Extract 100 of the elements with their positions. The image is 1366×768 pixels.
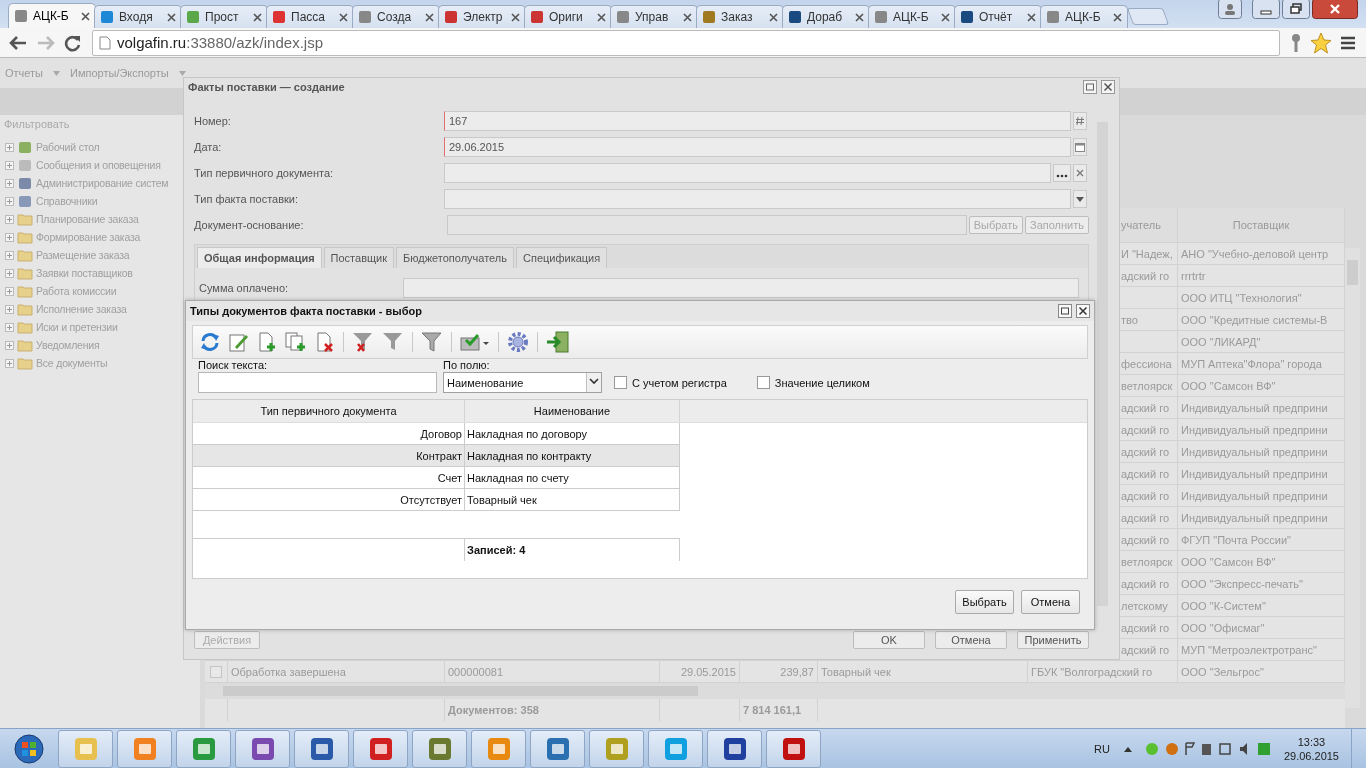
browser-tab[interactable]: Пасса: [266, 5, 354, 28]
minimize-button[interactable]: [1252, 0, 1280, 19]
form-tab[interactable]: Поставщик: [323, 247, 394, 268]
number-picker-button[interactable]: [1073, 112, 1087, 130]
close-icon[interactable]: [1027, 12, 1036, 22]
column-header[interactable]: Наименование: [465, 400, 680, 422]
expand-icon[interactable]: [5, 358, 14, 368]
checkbox[interactable]: [614, 376, 627, 389]
key-icon[interactable]: [1290, 32, 1302, 53]
input-field[interactable]: [444, 163, 1051, 183]
dialog-button[interactable]: Отмена: [935, 631, 1007, 649]
form-tab[interactable]: Спецификация: [516, 247, 608, 268]
taskbar-button[interactable]: [353, 729, 408, 768]
expand-icon[interactable]: [5, 304, 14, 314]
field-select[interactable]: Наименование: [443, 372, 602, 393]
close-icon[interactable]: [597, 12, 606, 22]
expand-icon[interactable]: [5, 214, 14, 224]
dialog-button[interactable]: Отмена: [1021, 590, 1080, 614]
search-field[interactable]: [198, 372, 437, 393]
edit-icon[interactable]: [229, 332, 249, 352]
close-icon[interactable]: [425, 12, 434, 22]
checkbox[interactable]: [756, 376, 770, 389]
filter-icon[interactable]: [382, 331, 404, 353]
back-icon[interactable]: [8, 33, 28, 52]
filter-icon[interactable]: [421, 331, 443, 353]
taskbar-button[interactable]: [294, 729, 349, 768]
close-icon[interactable]: [941, 12, 950, 22]
dialog-button[interactable]: OK: [853, 631, 925, 649]
checkbox[interactable]: [210, 665, 222, 678]
browser-tab[interactable]: Отчёт: [954, 5, 1042, 28]
close-icon[interactable]: [683, 12, 692, 22]
more-button[interactable]: [1053, 164, 1071, 182]
browser-tab[interactable]: Электр: [438, 5, 526, 28]
dropdown-button[interactable]: [1073, 190, 1087, 208]
expand-icon[interactable]: [5, 142, 14, 152]
close-icon[interactable]: [855, 12, 864, 22]
copy-document-icon[interactable]: [285, 332, 307, 352]
profile-button[interactable]: [1218, 0, 1242, 19]
browser-tab[interactable]: АЦК-Б: [868, 5, 956, 28]
close-button[interactable]: [1312, 0, 1358, 19]
maximize-button[interactable]: [1083, 80, 1097, 94]
close-button[interactable]: [1101, 80, 1115, 94]
delete-document-icon[interactable]: [315, 332, 335, 352]
input-field[interactable]: 29.06.2015: [444, 137, 1071, 157]
table-row[interactable]: Контракт Накладная по контракту: [193, 445, 680, 467]
approve-dropdown-icon[interactable]: [460, 332, 490, 352]
input-field[interactable]: [403, 278, 1079, 298]
exit-icon[interactable]: [546, 331, 570, 353]
expand-icon[interactable]: [5, 178, 14, 188]
browser-tab[interactable]: Входя: [94, 5, 182, 28]
calendar-button[interactable]: [1073, 138, 1087, 156]
taskbar-button[interactable]: [530, 729, 585, 768]
expand-icon[interactable]: [5, 286, 14, 296]
close-icon[interactable]: [511, 12, 520, 22]
close-icon[interactable]: [167, 12, 176, 22]
close-icon[interactable]: [769, 12, 778, 22]
table-row[interactable]: Счет Накладная по счету: [193, 467, 680, 489]
close-icon[interactable]: [81, 11, 90, 21]
form-tab[interactable]: Бюджетополучатель: [396, 247, 514, 268]
taskbar-button[interactable]: [235, 729, 290, 768]
expand-icon[interactable]: [5, 268, 14, 278]
refresh-icon[interactable]: [199, 331, 221, 353]
taskbar-button[interactable]: [766, 729, 821, 768]
table-row[interactable]: Отсутствует Товарный чек: [193, 489, 680, 511]
settings-icon[interactable]: [507, 331, 529, 353]
close-icon[interactable]: [1113, 12, 1122, 22]
star-icon[interactable]: [1310, 31, 1332, 54]
maximize-button[interactable]: [1058, 304, 1072, 318]
taskbar-button[interactable]: [707, 729, 762, 768]
column-header[interactable]: Тип первичного документа: [193, 400, 465, 422]
taskbar-button[interactable]: [412, 729, 467, 768]
reload-icon[interactable]: [64, 33, 82, 52]
close-icon[interactable]: [253, 12, 262, 22]
clock[interactable]: 13:33 29.06.2015: [1283, 734, 1339, 763]
add-document-icon[interactable]: [257, 332, 277, 352]
expand-icon[interactable]: [5, 232, 14, 242]
browser-tab[interactable]: Прост: [180, 5, 268, 28]
form-tab[interactable]: Общая информация: [197, 247, 322, 268]
browser-tab[interactable]: Созда: [352, 5, 440, 28]
close-icon[interactable]: [339, 12, 348, 22]
input-field[interactable]: 167: [444, 111, 1071, 131]
input-field[interactable]: [444, 189, 1071, 209]
browser-tab[interactable]: Ориги: [524, 5, 612, 28]
clear-filter-icon[interactable]: [352, 331, 374, 353]
language-indicator[interactable]: RU: [1094, 742, 1110, 755]
dialog-button[interactable]: Применить: [1017, 631, 1089, 649]
browser-tab[interactable]: Управ: [610, 5, 698, 28]
browser-tab[interactable]: АЦК-Б: [8, 3, 96, 28]
clear-button[interactable]: [1073, 164, 1087, 182]
menu-icon[interactable]: [1340, 34, 1356, 51]
filter-field[interactable]: Фильтровать: [4, 118, 184, 130]
expand-icon[interactable]: [5, 196, 14, 206]
expand-icon[interactable]: [5, 250, 14, 260]
close-button[interactable]: [1076, 304, 1090, 318]
browser-tab[interactable]: Заказ: [696, 5, 784, 28]
dialog-button[interactable]: Выбрать: [955, 590, 1014, 614]
expand-icon[interactable]: [5, 322, 14, 332]
browser-tab[interactable]: Дораб: [782, 5, 870, 28]
expand-icon[interactable]: [5, 160, 14, 170]
address-field[interactable]: volgafin.ru:33880/azk/index.jsp: [92, 29, 1280, 56]
